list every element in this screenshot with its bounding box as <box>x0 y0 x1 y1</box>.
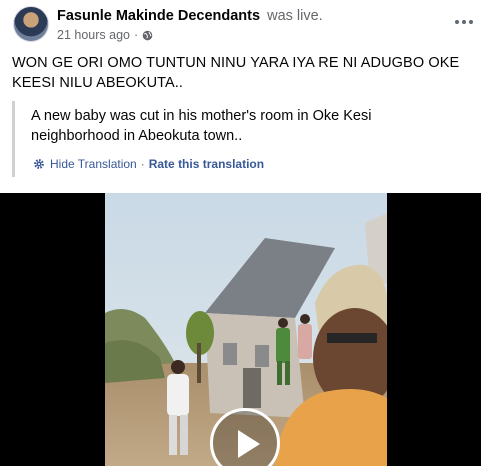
translation-separator: · <box>140 157 145 171</box>
hide-translation-link[interactable]: Hide Translation <box>50 157 137 171</box>
gear-icon[interactable] <box>33 158 45 170</box>
more-options-button[interactable] <box>452 12 476 32</box>
author-avatar[interactable] <box>13 6 49 42</box>
meta-separator: · <box>133 28 139 42</box>
globe-icon[interactable] <box>142 30 153 41</box>
translation-block: A new baby was cut in his mother's room … <box>12 101 472 177</box>
post-meta: 21 hours ago · <box>57 28 153 42</box>
live-status-text: was live. <box>267 8 323 24</box>
post-header: Fasunle Makinde Decendants was live. 21 … <box>0 0 481 48</box>
rate-translation-link[interactable]: Rate this translation <box>149 157 264 171</box>
author-name-link[interactable]: Fasunle Makinde Decendants <box>57 8 260 24</box>
play-icon <box>238 430 260 458</box>
more-options-icon <box>454 20 475 24</box>
translation-text: A new baby was cut in his mother's room … <box>31 108 372 144</box>
translation-actions: Hide Translation · Rate this translation <box>33 157 264 171</box>
post-timestamp-link[interactable]: 21 hours ago <box>57 28 130 42</box>
post-body-text: WON GE ORI OMO TUNTUN NINU YARA IYA RE N… <box>12 55 460 91</box>
author-line: Fasunle Makinde Decendants was live. <box>57 8 323 24</box>
live-video-player[interactable] <box>0 193 481 466</box>
